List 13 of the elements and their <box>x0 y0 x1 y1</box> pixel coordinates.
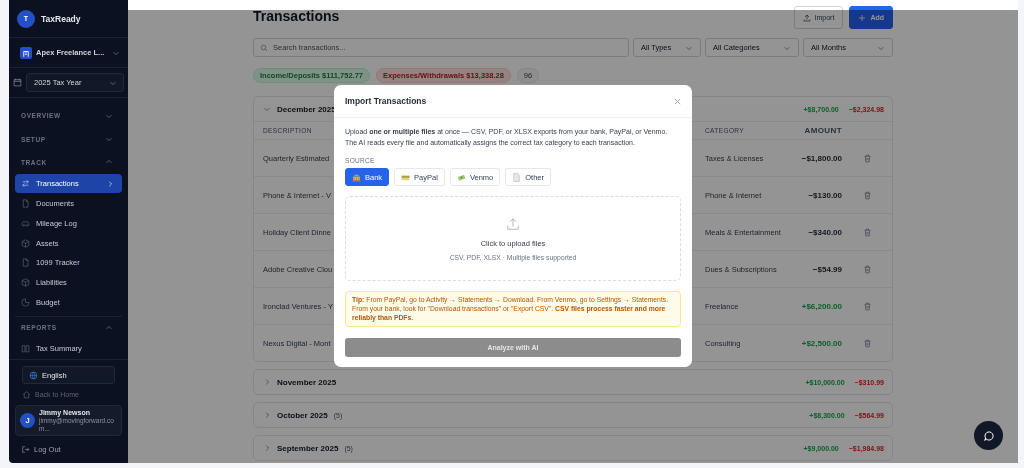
month-label: November 2025 <box>277 377 337 387</box>
table-cell: −$340.00 <box>808 227 842 237</box>
app-name: TaxReady <box>41 13 81 24</box>
column-header: AMOUNT <box>804 126 842 135</box>
table-cell: −$54.99 <box>812 264 842 274</box>
month-label: October 2025 <box>277 410 328 420</box>
table-cell: −$1,800.00 <box>801 153 842 163</box>
page-title: Transactions <box>253 8 340 24</box>
table-cell: +$2,500.00 <box>801 338 842 348</box>
table-cell: +$6,200.00 <box>801 301 842 311</box>
table-cell: −$130.00 <box>808 190 842 200</box>
month-label: September 2025 <box>277 443 339 453</box>
dialog-title: Import Transactions <box>345 96 427 106</box>
